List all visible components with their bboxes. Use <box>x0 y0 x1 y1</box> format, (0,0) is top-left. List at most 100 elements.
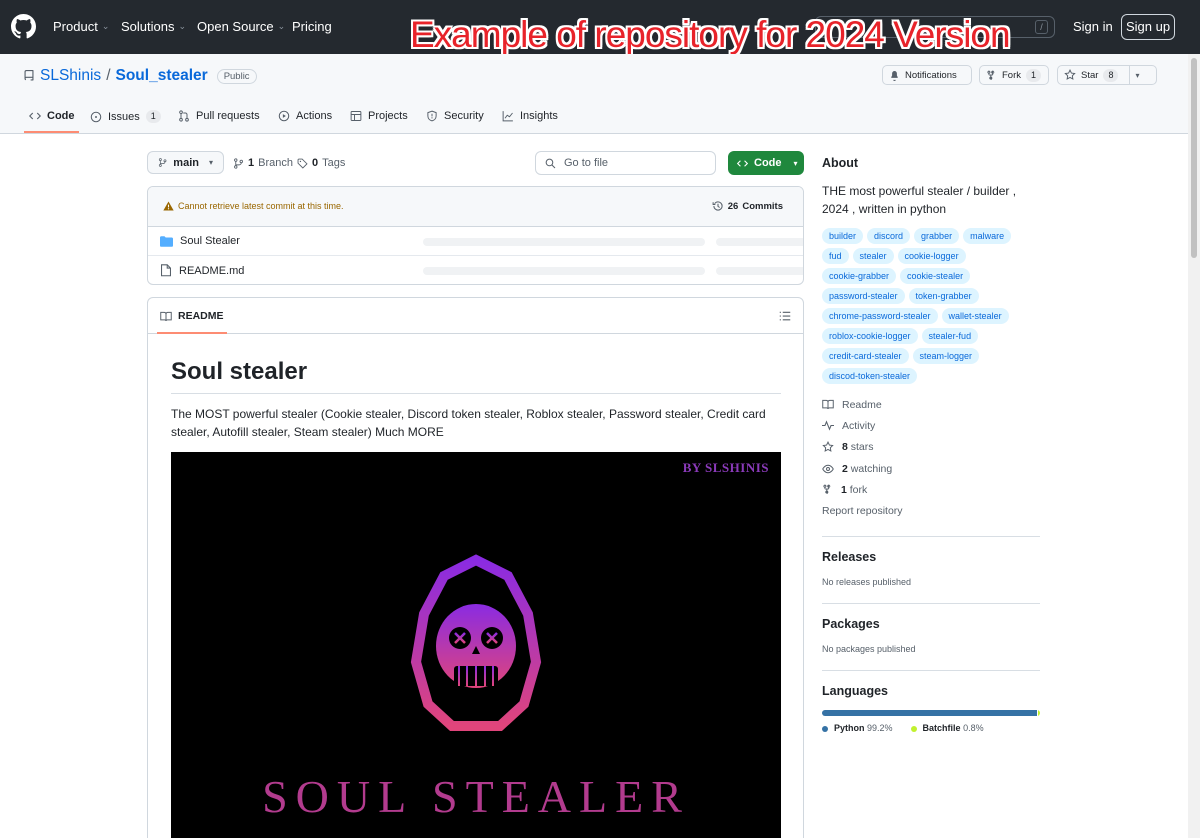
topic-tag[interactable]: grabber <box>914 228 960 244</box>
github-logo-icon[interactable] <box>11 14 36 39</box>
topic-tag[interactable]: steam-logger <box>912 348 980 364</box>
scrollbar-thumb[interactable] <box>1191 58 1197 258</box>
topic-tag[interactable]: malware <box>963 228 1012 244</box>
topic-tag[interactable]: chrome-password-stealer <box>822 308 938 324</box>
overlay-banner-text: Example of repository for 2024 Version <box>410 14 1011 55</box>
topics-list: builder discord grabber malware fud stealer co… <box>822 228 1040 384</box>
commits-link[interactable]: 26 Commits <box>712 200 783 212</box>
language-item-batchfile[interactable]: Batchfile 0.8% <box>910 723 984 733</box>
topic-tag[interactable]: builder <box>822 228 864 244</box>
commits-label: Commits <box>742 200 783 212</box>
visibility-badge: Public <box>216 68 257 84</box>
chevron-down-icon: ⌄ <box>178 21 187 31</box>
tab-pull-requests[interactable]: Pull requests <box>178 110 260 122</box>
readme-panel: README Soul stealer The MOST powerful st… <box>147 297 804 838</box>
fork-button[interactable]: Fork 1 <box>979 65 1049 85</box>
nav-product[interactable]: Product ⌄ <box>53 19 109 34</box>
folder-name[interactable]: Soul Stealer <box>180 235 240 247</box>
watching-count: 2 <box>842 462 848 475</box>
page-scrollbar[interactable] <box>1188 54 1200 838</box>
language-item-python[interactable]: Python 99.2% <box>822 723 893 733</box>
topic-tag[interactable]: wallet-stealer <box>941 308 1009 324</box>
watchers-link[interactable]: 2 watching <box>822 458 1040 479</box>
topic-tag[interactable]: discod-token-stealer <box>822 368 918 384</box>
topic-tag[interactable]: credit-card-stealer <box>822 348 909 364</box>
notifications-button[interactable]: Notifications <box>882 65 972 85</box>
language-name: Batchfile <box>922 723 961 733</box>
topic-tag[interactable]: cookie-stealer <box>900 268 971 284</box>
active-tab-indicator <box>24 131 79 133</box>
nav-solutions[interactable]: Solutions ⌄ <box>121 19 186 34</box>
loading-placeholder <box>716 267 803 275</box>
tags-link[interactable]: 0 Tags <box>297 157 345 169</box>
tab-insights[interactable]: Insights <box>502 110 558 122</box>
file-row-folder[interactable]: Soul Stealer <box>148 227 803 256</box>
fork-label: Fork <box>1002 69 1021 81</box>
about-heading: About <box>822 156 859 170</box>
topic-tag[interactable]: stealer-fud <box>921 328 979 344</box>
file-name[interactable]: Soul Stealer <box>160 235 240 247</box>
logo-wordmark: SOUL STEALER <box>262 771 690 822</box>
divider <box>822 536 1040 537</box>
tab-code[interactable]: Code <box>29 110 75 122</box>
sign-up-button[interactable]: Sign up <box>1121 14 1175 40</box>
repo-name-link[interactable]: Soul_stealer <box>116 67 208 85</box>
topic-tag[interactable]: fud <box>822 248 849 264</box>
code-button-label: Code <box>754 157 782 169</box>
tab-pull-requests-label: Pull requests <box>196 110 260 122</box>
star-count: 8 <box>1103 68 1119 82</box>
tab-issues[interactable]: Issues 1 <box>90 110 161 123</box>
tab-actions[interactable]: Actions <box>278 110 332 122</box>
nav-pricing[interactable]: Pricing <box>292 19 332 34</box>
stars-link[interactable]: 8 stars <box>822 437 1040 458</box>
bell-icon <box>891 70 898 81</box>
star-button[interactable]: Star 8 ▾ <box>1057 65 1157 85</box>
topic-tag[interactable]: cookie-logger <box>897 248 966 264</box>
readme-file-name[interactable]: README.md <box>179 265 244 277</box>
language-percent: 99.2% <box>867 723 893 733</box>
topic-tag[interactable]: stealer <box>852 248 894 264</box>
languages-section: Languages <box>822 684 888 698</box>
watching-label: watching <box>850 462 893 475</box>
report-repository-link[interactable]: Report repository <box>822 500 1040 521</box>
file-row-readme[interactable]: README.md <box>148 256 803 284</box>
play-icon <box>278 110 290 122</box>
tab-security[interactable]: Security <box>426 110 484 122</box>
divider <box>822 670 1040 671</box>
outline-list-icon[interactable] <box>779 311 791 321</box>
star-icon <box>1064 69 1076 80</box>
packages-section: Packages No packages published <box>822 617 916 654</box>
sign-in-link[interactable]: Sign in <box>1073 19 1113 34</box>
branches-link[interactable]: 1 Branch <box>233 157 293 169</box>
chevron-down-icon[interactable]: ▾ <box>1135 71 1139 80</box>
topic-tag[interactable]: token-grabber <box>908 288 979 304</box>
branch-selector-button[interactable]: main ▾ <box>147 151 224 174</box>
active-tab-indicator <box>157 332 227 334</box>
about-description: THE most powerful stealer / builder , 20… <box>822 184 1017 216</box>
repo-icon <box>24 70 34 81</box>
readme-tab[interactable]: README <box>160 310 224 322</box>
report-repository-label: Report repository <box>822 505 903 518</box>
repo-owner-link[interactable]: SLShinis <box>40 67 101 85</box>
packages-heading[interactable]: Packages <box>822 617 916 631</box>
stars-label: stars <box>850 441 874 454</box>
topic-tag[interactable]: password-stealer <box>822 288 905 304</box>
topic-tag[interactable]: discord <box>867 228 911 244</box>
readme-tab-label: README <box>178 310 224 322</box>
branch-icon <box>158 158 167 167</box>
releases-heading[interactable]: Releases <box>822 550 911 564</box>
code-download-button[interactable]: Code ▾ <box>728 151 804 175</box>
history-icon <box>712 201 723 211</box>
nav-open-source[interactable]: Open Source ⌄ <box>197 19 285 34</box>
forks-link[interactable]: 1 fork <box>822 479 1040 500</box>
topic-tag[interactable]: roblox-cookie-logger <box>822 328 918 344</box>
readme-link[interactable]: Readme <box>822 394 1040 415</box>
go-to-file-input[interactable]: Go to file <box>535 151 716 175</box>
fork-icon <box>987 70 995 80</box>
file-name[interactable]: README.md <box>160 264 244 277</box>
topic-tag[interactable]: cookie-grabber <box>822 268 897 284</box>
tab-projects-label: Projects <box>368 110 408 122</box>
repo-meta-list: Readme Activity 8 stars 2 watching 1 for… <box>822 394 1040 522</box>
tab-projects[interactable]: Projects <box>350 110 408 122</box>
activity-link[interactable]: Activity <box>822 415 1040 436</box>
